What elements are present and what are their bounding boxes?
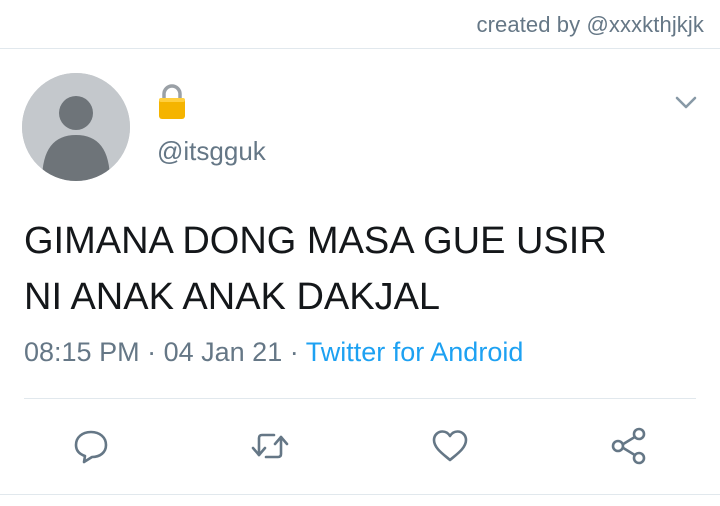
meta-separator: · bbox=[147, 337, 157, 367]
bottom-divider bbox=[0, 494, 720, 495]
lock-icon bbox=[157, 84, 187, 120]
tweet-screenshot: created by @xxxkthjkjk @itsgguk GIMANA D… bbox=[0, 0, 720, 506]
tweet-text-line: GIMANA DONG MASA GUE USIR bbox=[24, 220, 607, 262]
tweet-text: GIMANA DONG MASA GUE USIR NI ANAK ANAK D… bbox=[24, 213, 704, 325]
reply-icon bbox=[74, 430, 108, 464]
actions-divider bbox=[24, 398, 696, 399]
share-icon bbox=[611, 427, 646, 465]
like-button[interactable] bbox=[429, 425, 471, 467]
user-handle[interactable]: @itsgguk bbox=[157, 136, 266, 167]
like-icon bbox=[432, 430, 468, 462]
tweet-source-link[interactable]: Twitter for Android bbox=[306, 337, 524, 367]
tweet-time: 08:15 PM bbox=[24, 337, 140, 367]
reply-button[interactable] bbox=[70, 425, 112, 467]
chevron-down-icon[interactable] bbox=[672, 88, 700, 116]
meta-separator: · bbox=[289, 337, 299, 367]
tweet-meta: 08:15 PM · 04 Jan 21 · Twitter for Andro… bbox=[24, 337, 523, 368]
avatar[interactable] bbox=[22, 73, 130, 181]
share-button[interactable] bbox=[608, 425, 650, 467]
tweet-text-line: NI ANAK ANAK DAKJAL bbox=[24, 276, 441, 318]
creator-credit: created by @xxxkthjkjk bbox=[476, 12, 704, 37]
default-avatar-icon bbox=[22, 73, 130, 181]
retweet-icon bbox=[251, 433, 289, 459]
top-divider bbox=[0, 48, 720, 49]
tweet-date: 04 Jan 21 bbox=[163, 337, 283, 367]
retweet-button[interactable] bbox=[249, 425, 291, 467]
